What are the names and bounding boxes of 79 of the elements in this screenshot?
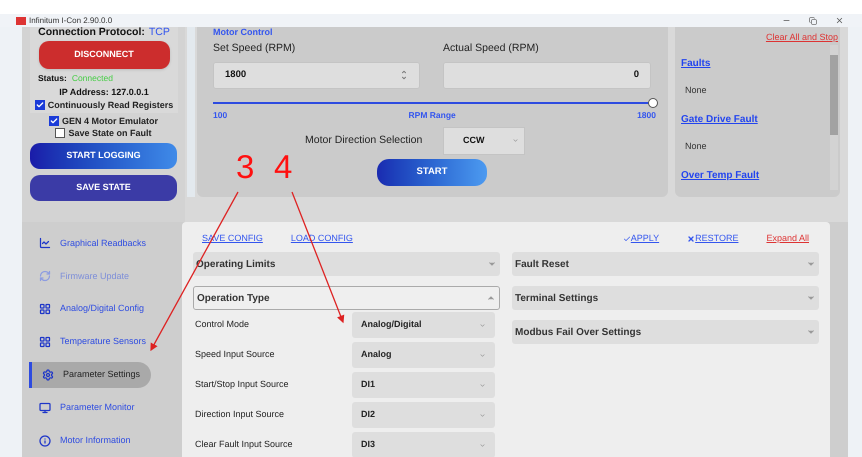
actual-speed-label: Actual Speed (RPM) [443,41,540,56]
nav-item[interactable]: Temperature Sensors [29,329,151,355]
spinner-icon[interactable] [400,69,408,82]
info-icon [39,434,51,447]
restore-link[interactable]: RESTORE [687,232,738,246]
field-label: Control Mode [195,318,250,332]
checkbox[interactable] [34,100,45,110]
caret-icon [512,137,519,144]
caret-icon [479,352,486,358]
range-max: 1800 [637,108,656,122]
save-state-button[interactable]: SAVE STATE [30,174,177,201]
status-value: Connected [72,72,113,85]
panel-title: Motor Control [213,27,272,38]
accordion-header[interactable]: Terminal Settings [512,286,819,310]
start-logging-button[interactable]: START LOGGING [30,142,177,169]
actual-speed-field: 0 [443,62,651,89]
disconnect-button[interactable]: DISCONNECT [38,41,170,69]
field-dropdown[interactable]: DI2 [352,402,495,428]
direction-label: Motor Direction Selection [305,132,424,148]
monitor-icon [39,402,51,414]
start-button[interactable]: START [377,158,487,186]
fault-heading-link[interactable]: Gate Drive Fault [681,112,840,126]
fault-heading-link[interactable]: Over Temp Fault [681,168,840,182]
caret-icon [479,442,486,448]
caret-icon [479,322,486,328]
close-icon[interactable] [835,16,844,25]
protocol-label: Connection Protocol: [38,25,145,40]
grid-icon [39,303,51,316]
grid-icon [39,336,51,348]
clear-all-link[interactable]: Clear All and Stop [766,31,838,44]
apply-link[interactable]: APPLY [622,232,660,246]
checkbox-label: GEN 4 Motor Emulator [62,114,158,127]
accordion-header[interactable]: Modbus Fail Over Settings [512,320,819,344]
fault-heading-link[interactable]: Faults [681,56,840,70]
checkbox[interactable] [48,116,59,126]
status-label: Status: [38,72,67,85]
field-label: Speed Input Source [195,348,276,362]
app-logo-icon [16,16,26,24]
nav-item[interactable]: Motor Information [29,428,151,454]
accordion-header[interactable]: Operation Type [193,286,500,310]
field-dropdown[interactable]: Analog [352,342,495,368]
caret-icon [479,412,486,418]
field-label: Clear Fault Input Source [195,438,294,452]
field-label: Start/Stop Input Source [195,378,290,392]
window-title: Infinitum I-Con 2.90.0.0 [29,14,112,26]
range-label: RPM Range [408,108,456,122]
checkbox[interactable] [55,128,66,138]
rpm-slider[interactable] [213,98,656,108]
field-label: Direction Input Source [195,408,286,422]
nav-item[interactable]: Analog/Digital Config [29,296,151,322]
ip-address: IP Address: 127.0.0.1 [59,86,149,98]
scrollbar[interactable] [187,27,195,197]
close-icon [687,235,696,243]
restore-icon[interactable] [809,16,817,24]
chart-icon [39,237,51,250]
protocol-value: TCP [148,25,170,40]
annotation-number: 3 [236,150,254,183]
gear-icon [42,368,54,381]
checkbox-label: Continuously Read Registers [48,98,174,111]
fault-value: None [685,84,708,96]
check-icon [622,235,631,243]
nav-item[interactable]: Parameter Settings [29,362,151,388]
nav-item[interactable]: Parameter Monitor [29,394,151,421]
refresh-icon [39,270,51,282]
range-min: 100 [213,108,228,122]
annotation-number: 4 [274,150,292,183]
scrollbar[interactable] [830,45,838,190]
caret-icon [479,382,486,388]
direction-dropdown[interactable]: CCW [443,126,525,154]
set-speed-label: Set Speed (RPM) [213,41,296,56]
accordion-header[interactable]: Fault Reset [512,252,819,276]
field-dropdown[interactable]: DI1 [352,372,495,398]
set-speed-field[interactable]: 1800 [213,62,420,89]
field-dropdown[interactable]: Analog/Digital [352,312,495,338]
expand-all-link[interactable]: Expand All [766,232,809,246]
fault-value: None [685,140,708,152]
field-dropdown[interactable]: DI3 [352,432,495,457]
checkbox-label: Save State on Fault [68,126,152,139]
nav-item[interactable]: Graphical Readbacks [29,230,151,256]
